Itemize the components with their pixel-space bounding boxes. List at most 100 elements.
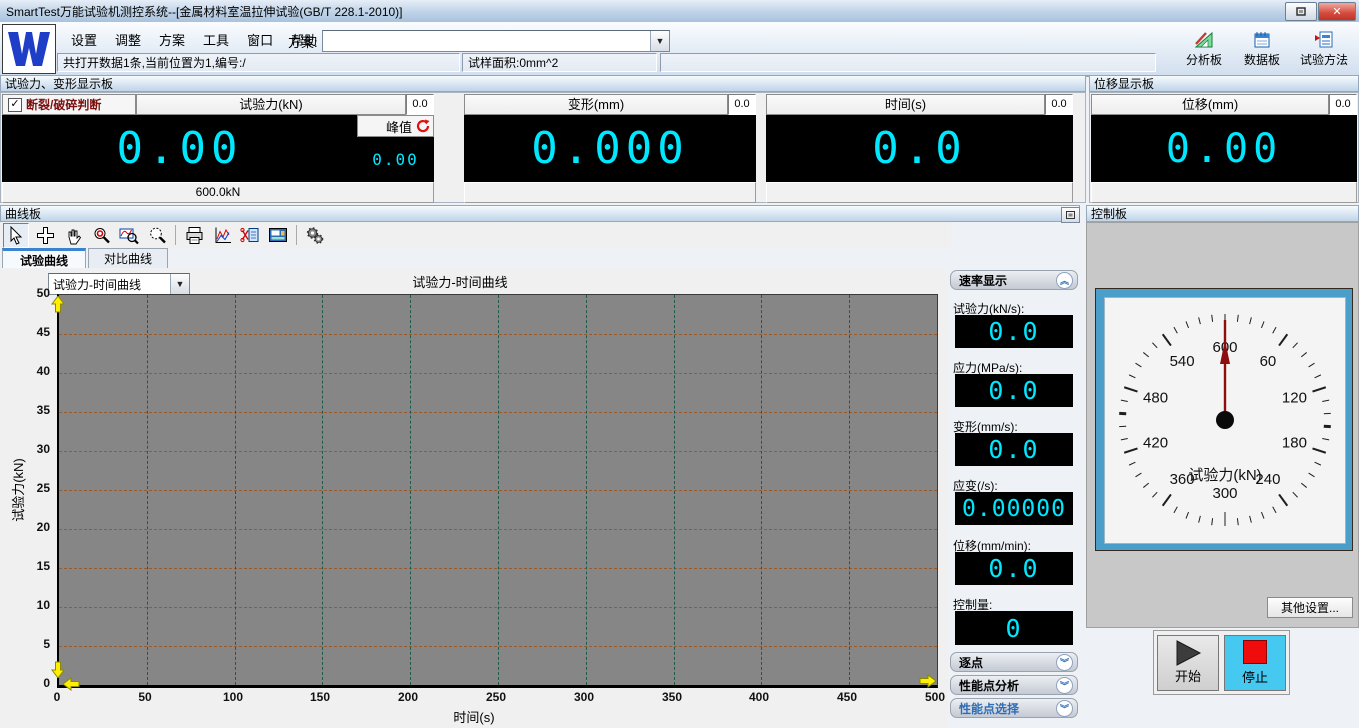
data-board-button[interactable]: 数据板 xyxy=(1233,30,1291,68)
time-footer-strip xyxy=(766,182,1073,203)
menu-item-tools[interactable]: 工具 xyxy=(194,28,238,51)
gauge-face: 60120180240300360420480540600 试验力(kN) xyxy=(1104,297,1346,544)
svg-text:60: 60 xyxy=(1260,353,1277,370)
move-cross-tool[interactable] xyxy=(33,224,57,247)
chevron-down-icon[interactable]: ▼ xyxy=(650,31,669,51)
x-tick: 400 xyxy=(735,690,783,704)
curve-panel-restore-button[interactable] xyxy=(1061,207,1080,223)
collapse-down-icon[interactable]: ︾ xyxy=(1056,700,1073,717)
status-data-info: 共打开数据1条,当前位置为1,编号:/ xyxy=(57,53,460,72)
stop-label: 停止 xyxy=(1242,667,1268,686)
plot-area[interactable] xyxy=(57,294,938,688)
curve-type-select[interactable]: 试验力-时间曲线 ▼ xyxy=(48,273,190,295)
peak-refresh-icon[interactable] xyxy=(415,119,430,134)
menu-item-adjust[interactable]: 调整 xyxy=(106,28,150,51)
section-performance-analysis[interactable]: 性能点分析 ︾ xyxy=(950,675,1078,695)
displacement-header: 位移(mm) xyxy=(1091,94,1329,115)
collapse-down-icon[interactable]: ︾ xyxy=(1056,654,1073,671)
other-settings-label: 其他设置... xyxy=(1281,599,1339,616)
force-header-value: 0.0 xyxy=(406,94,434,115)
pan-hand-tool[interactable] xyxy=(61,224,85,247)
start-button[interactable]: 开始 xyxy=(1157,635,1219,691)
section-performance-analysis-label: 性能点分析 xyxy=(959,677,1056,694)
svg-text:300: 300 xyxy=(1212,485,1237,502)
x-tick: 350 xyxy=(648,690,696,704)
zoom-out-tool[interactable] xyxy=(145,224,169,247)
svg-text:120: 120 xyxy=(1282,389,1307,406)
system-settings-tool[interactable] xyxy=(303,224,327,247)
close-window-button[interactable]: ✕ xyxy=(1318,2,1356,21)
collapse-down-icon[interactable]: ︾ xyxy=(1056,677,1073,694)
displacement-display: 0.00 xyxy=(1091,115,1357,182)
x-tick: 50 xyxy=(121,690,169,704)
rate-force-display: 0.0 xyxy=(955,315,1073,348)
status-specimen-area-text: 试样面积:0mm^2 xyxy=(468,54,558,71)
y-tick: 0 xyxy=(8,676,50,690)
analysis-board-icon xyxy=(1194,30,1214,49)
test-method-button[interactable]: 试验方法 xyxy=(1291,30,1357,68)
svg-text:540: 540 xyxy=(1170,353,1195,370)
x-axis-right-marker[interactable] xyxy=(919,674,936,688)
tab-test-curve[interactable]: 试验曲线 xyxy=(2,248,86,268)
gear-icon xyxy=(305,226,325,245)
y-tick: 10 xyxy=(8,598,50,612)
rate-strain-value: 0.00000 xyxy=(962,496,1066,522)
svg-text:420: 420 xyxy=(1143,435,1168,452)
copy-curve-tool[interactable] xyxy=(238,224,262,247)
chevron-down-icon[interactable]: ▼ xyxy=(170,274,189,294)
force-value: 0.00 xyxy=(117,123,243,174)
window-titlebar: SmartTest万能试验机测控系统--[金属材料室温拉伸试验(GB/T 228… xyxy=(0,0,1359,23)
y-axis-label: 试验力(kN) xyxy=(8,435,24,545)
displacement-panel-title: 位移显示板 xyxy=(1094,77,1154,91)
zoom-in-tool[interactable] xyxy=(89,224,113,247)
curve-toolbar xyxy=(0,222,951,248)
time-header-label: 时间(s) xyxy=(885,97,926,112)
section-point-by-point[interactable]: 逐点 ︾ xyxy=(950,652,1078,672)
peak-bar: 峰值 xyxy=(357,115,434,137)
zoom-in-icon xyxy=(92,226,111,245)
gauge-dial-icon: 60120180240300360420480540600 xyxy=(1105,298,1345,543)
rate-displacement-display: 0.0 xyxy=(955,552,1073,585)
x-tick: 300 xyxy=(560,690,608,704)
other-settings-button[interactable]: 其他设置... xyxy=(1267,597,1353,618)
section-point-by-point-label: 逐点 xyxy=(959,654,1056,671)
gauge-label: 试验力(kN) xyxy=(1105,464,1345,485)
zoom-box-tool[interactable] xyxy=(117,224,141,247)
display-settings-tool[interactable] xyxy=(266,224,290,247)
y-tick: 50 xyxy=(8,286,50,300)
section-performance-select[interactable]: 性能点选择 ︾ xyxy=(950,698,1078,718)
break-judgement-checkbox[interactable]: ✓ xyxy=(8,98,22,112)
restore-panel-icon xyxy=(1066,211,1075,219)
scheme-combobox-value xyxy=(323,31,650,51)
print-tool[interactable] xyxy=(182,224,206,247)
y-axis-top-marker[interactable] xyxy=(51,296,65,313)
gridline-v xyxy=(147,295,148,685)
time-header-value: 0.0 xyxy=(1045,94,1073,115)
x-axis-left-marker[interactable] xyxy=(63,677,80,691)
menu-item-scheme[interactable]: 方案 xyxy=(150,28,194,51)
rate-panel-header[interactable]: 速率显示 ︽ xyxy=(950,270,1078,290)
scheme-combobox[interactable]: ▼ xyxy=(322,30,670,52)
force-header: 试验力(kN) xyxy=(136,94,406,115)
rate-deform-display: 0.0 xyxy=(955,433,1073,466)
gridline-v xyxy=(586,295,587,685)
smarttest-logo-icon xyxy=(6,28,52,70)
select-cursor-tool[interactable] xyxy=(3,223,29,248)
restore-window-button[interactable] xyxy=(1285,2,1317,21)
force-header-value-text: 0.0 xyxy=(412,98,427,110)
curve-style-tool[interactable] xyxy=(210,224,234,247)
x-axis-label: 时间(s) xyxy=(374,707,574,726)
section-performance-select-label: 性能点选择 xyxy=(959,700,1056,717)
y-axis-bottom-marker[interactable] xyxy=(51,661,65,678)
window-title: SmartTest万能试验机测控系统--[金属材料室温拉伸试验(GB/T 228… xyxy=(0,3,403,20)
tab-compare-curve[interactable]: 对比曲线 xyxy=(88,248,168,268)
copy-curve-icon xyxy=(240,226,260,245)
menu-item-settings[interactable]: 设置 xyxy=(62,28,106,51)
svg-text:480: 480 xyxy=(1143,389,1168,406)
stop-button[interactable]: 停止 xyxy=(1224,635,1286,691)
collapse-up-icon[interactable]: ︽ xyxy=(1056,272,1073,289)
start-label: 开始 xyxy=(1175,666,1201,685)
menu-item-window[interactable]: 窗口 xyxy=(238,28,282,51)
deform-header: 变形(mm) xyxy=(464,94,728,115)
analysis-board-button[interactable]: 分析板 xyxy=(1175,30,1233,68)
